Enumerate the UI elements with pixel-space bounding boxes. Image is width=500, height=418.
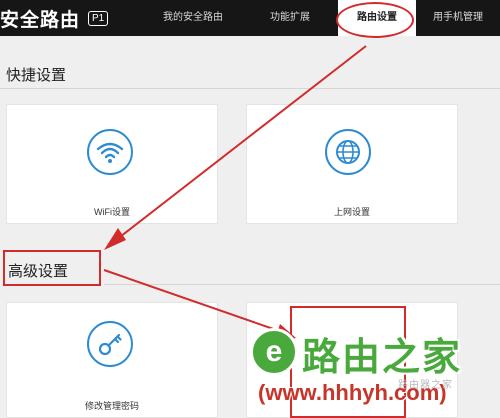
top-nav-bar: 安全路由 P1 我的安全路由 功能扩展 路由设置 用手机管理 <box>0 0 500 36</box>
wifi-settings-card[interactable]: WiFi设置 <box>6 104 218 224</box>
advanced-settings-divider <box>104 284 500 285</box>
change-admin-password-card[interactable]: 修改管理密码 <box>6 302 218 418</box>
arrow-head-to-advanced <box>104 228 126 250</box>
internet-settings-card[interactable]: 上网设置 <box>246 104 458 224</box>
wifi-settings-label: WiFi设置 <box>94 207 130 217</box>
globe-icon <box>325 129 371 175</box>
key-icon <box>87 321 133 367</box>
nav-my-router[interactable]: 我的安全路由 <box>163 0 223 36</box>
change-admin-password-label: 修改管理密码 <box>84 401 139 411</box>
quick-settings-title: 快捷设置 <box>6 67 67 84</box>
watermark-brand: 路由之家 <box>302 337 463 379</box>
brand-name: 安全路由 <box>0 9 81 31</box>
brand-logo: 安全路由 P1 <box>0 4 109 32</box>
watermark-logo-letter: e <box>265 335 283 368</box>
watermark-logo-icon: e <box>250 328 298 376</box>
model-badge: P1 <box>88 10 109 26</box>
nav-mobile-manage[interactable]: 用手机管理 <box>433 0 483 36</box>
watermark-small-text: 路由器之家 <box>398 380 453 391</box>
wifi-icon <box>87 129 133 175</box>
internet-settings-label: 上网设置 <box>333 207 370 217</box>
quick-settings-divider <box>0 88 500 89</box>
nav-feature-extension[interactable]: 功能扩展 <box>270 0 310 36</box>
annotation-ellipse-router-settings <box>336 2 414 38</box>
annotation-box-advanced-settings <box>3 250 101 286</box>
